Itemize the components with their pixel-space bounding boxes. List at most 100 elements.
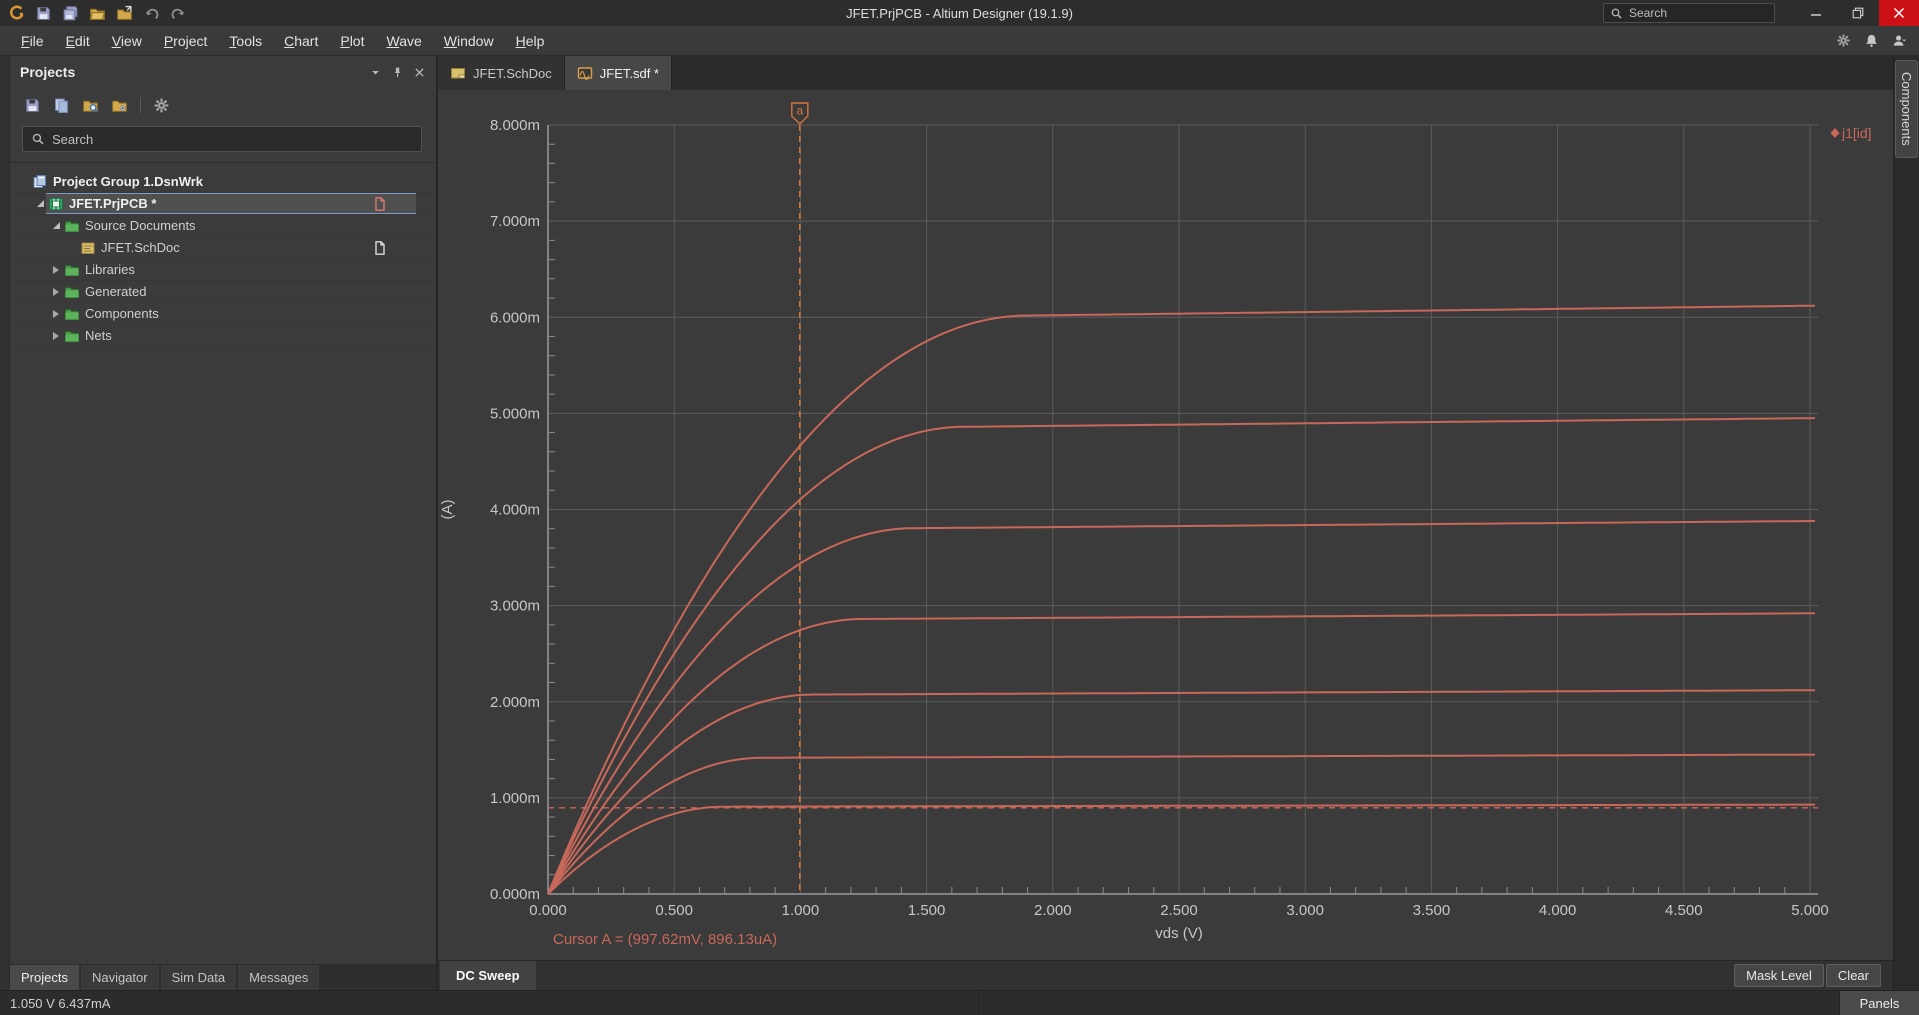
curve-vgs-step-7 <box>548 805 1815 894</box>
x-tick-label: 2.500 <box>1160 902 1198 919</box>
cursor-flag-label: a <box>796 104 803 118</box>
collapse-arrow-icon[interactable] <box>48 310 64 318</box>
pin-icon[interactable] <box>391 66 404 79</box>
folder-icon <box>64 328 80 344</box>
x-tick-label: 2.000 <box>1034 902 1072 919</box>
expand-arrow-icon[interactable] <box>48 222 64 229</box>
dock-tab-components[interactable]: Components <box>1895 60 1918 158</box>
expand-arrow-icon[interactable] <box>32 200 48 207</box>
projects-search-box[interactable] <box>22 126 422 152</box>
panel-tab-projects[interactable]: Projects <box>10 965 79 990</box>
tree-label: JFET.SchDoc <box>101 240 180 255</box>
y-tick-label: 6.000m <box>490 309 540 326</box>
tree-row-jfet-schdoc[interactable]: JFET.SchDoc <box>10 237 436 259</box>
doc-tab-jfet-schdoc[interactable]: JFET.SchDoc <box>438 56 565 90</box>
titlebar: JFET.PrjPCB - Altium Designer (19.1.9) <box>0 0 1919 26</box>
minimize-button[interactable] <box>1795 0 1837 26</box>
close-button[interactable] <box>1879 0 1919 26</box>
gear-icon[interactable] <box>153 97 170 114</box>
doc-tab-jfet-sdf[interactable]: JFET.sdf * <box>565 56 672 90</box>
save-icon[interactable] <box>35 5 52 22</box>
menu-file[interactable]: File <box>10 26 55 56</box>
panels-button[interactable]: Panels <box>1839 991 1919 1015</box>
tree-row-components[interactable]: Components <box>10 303 436 325</box>
panel-tab-sim-data[interactable]: Sim Data <box>161 965 236 990</box>
projects-panel: Projects Project Group 1.DsnWrk JFET.PrjP… <box>0 56 438 990</box>
global-search-input[interactable] <box>1629 6 1768 20</box>
modified-doc-icon <box>372 196 388 212</box>
caret-down-icon[interactable] <box>369 66 382 79</box>
save-all-icon[interactable] <box>62 5 79 22</box>
menu-plot[interactable]: Plot <box>329 26 375 56</box>
tree-label: Components <box>85 306 159 321</box>
tree-row-libraries[interactable]: Libraries <box>10 259 436 281</box>
menu-tools[interactable]: Tools <box>218 26 273 56</box>
waveform-chart: 0.0000.5001.0001.5002.0002.5003.0003.500… <box>438 90 1893 960</box>
tree-label: Source Documents <box>85 218 196 233</box>
projects-search-input[interactable] <box>52 132 413 147</box>
search-icon <box>1610 7 1623 20</box>
redo-icon[interactable] <box>170 5 187 22</box>
undo-icon[interactable] <box>143 5 160 22</box>
panel-tab-messages[interactable]: Messages <box>238 965 319 990</box>
curve-vgs-step-6 <box>548 755 1815 894</box>
sheet-tab-dc-sweep[interactable]: DC Sweep <box>440 961 536 991</box>
statusbar: 1.050 V 6.437mA Panels <box>0 990 1919 1015</box>
save-icon[interactable] <box>24 97 41 114</box>
y-tick-label: 1.000m <box>490 790 540 807</box>
open-doc-icon <box>372 240 388 256</box>
tree-row-source-documents[interactable]: Source Documents <box>10 215 436 237</box>
tree-label: JFET.PrjPCB * <box>69 196 156 211</box>
close-x-icon[interactable] <box>413 66 426 79</box>
panel-tab-navigator[interactable]: Navigator <box>81 965 159 990</box>
compile-docs-icon[interactable] <box>53 97 70 114</box>
legend-label[interactable]: j1[id] <box>1841 125 1872 141</box>
x-tick-label: 4.000 <box>1539 902 1577 919</box>
gear-icon[interactable] <box>1836 33 1851 48</box>
bell-icon[interactable] <box>1864 33 1879 48</box>
open-project-icon[interactable] <box>116 5 133 22</box>
menu-view[interactable]: View <box>101 26 153 56</box>
tree-row-nets[interactable]: Nets <box>10 325 436 347</box>
y-tick-label: 0.000m <box>490 886 540 903</box>
collapse-arrow-icon[interactable] <box>48 332 64 340</box>
tree-label: Project Group 1.DsnWrk <box>53 174 203 189</box>
workspace-icon <box>32 174 48 190</box>
tree-row-jfet-prjpcb[interactable]: JFET.PrjPCB * <box>10 193 436 215</box>
document-area: JFET.SchDocJFET.sdf * 0.0000.5001.0001.5… <box>438 56 1893 990</box>
panel-dock-gutter <box>0 56 10 990</box>
tree-row-project-group-1-dsnwrk[interactable]: Project Group 1.DsnWrk <box>10 171 436 193</box>
y-axis-title: (A) <box>439 500 456 520</box>
project-pcb-icon <box>48 196 64 212</box>
projects-panel-title: Projects <box>20 64 75 80</box>
y-tick-label: 3.000m <box>490 598 540 615</box>
folder-search-icon[interactable] <box>82 97 99 114</box>
legend-diamond-icon <box>1831 128 1840 138</box>
collapse-arrow-icon[interactable] <box>48 288 64 296</box>
menu-project[interactable]: Project <box>153 26 219 56</box>
menu-window[interactable]: Window <box>433 26 505 56</box>
curve-vgs-step-2 <box>548 418 1815 894</box>
menu-chart[interactable]: Chart <box>273 26 329 56</box>
panel-bottom-tabs: ProjectsNavigatorSim DataMessages <box>0 964 436 990</box>
y-tick-label: 2.000m <box>490 694 540 711</box>
folder-gear-icon[interactable] <box>111 97 128 114</box>
open-folder-icon[interactable] <box>89 5 106 22</box>
project-tree: Project Group 1.DsnWrk JFET.PrjPCB * Sourc… <box>0 171 436 964</box>
user-icon[interactable] <box>1892 33 1907 48</box>
x-tick-label: 0.500 <box>655 902 693 919</box>
menu-help[interactable]: Help <box>505 26 556 56</box>
global-search-box[interactable] <box>1603 3 1775 23</box>
collapse-arrow-icon[interactable] <box>48 266 64 274</box>
mask-level-button[interactable]: Mask Level <box>1734 964 1824 987</box>
schdoc-icon <box>80 240 96 256</box>
restore-button[interactable] <box>1837 0 1879 26</box>
tree-row-generated[interactable]: Generated <box>10 281 436 303</box>
right-dock-strip: Components <box>1893 56 1919 990</box>
menu-wave[interactable]: Wave <box>375 26 432 56</box>
menu-edit[interactable]: Edit <box>55 26 101 56</box>
x-tick-label: 3.000 <box>1286 902 1324 919</box>
tree-label: Nets <box>85 328 112 343</box>
clear-button[interactable]: Clear <box>1826 964 1881 987</box>
cursor-readout: Cursor A = (997.62mV, 896.13uA) <box>553 931 777 948</box>
